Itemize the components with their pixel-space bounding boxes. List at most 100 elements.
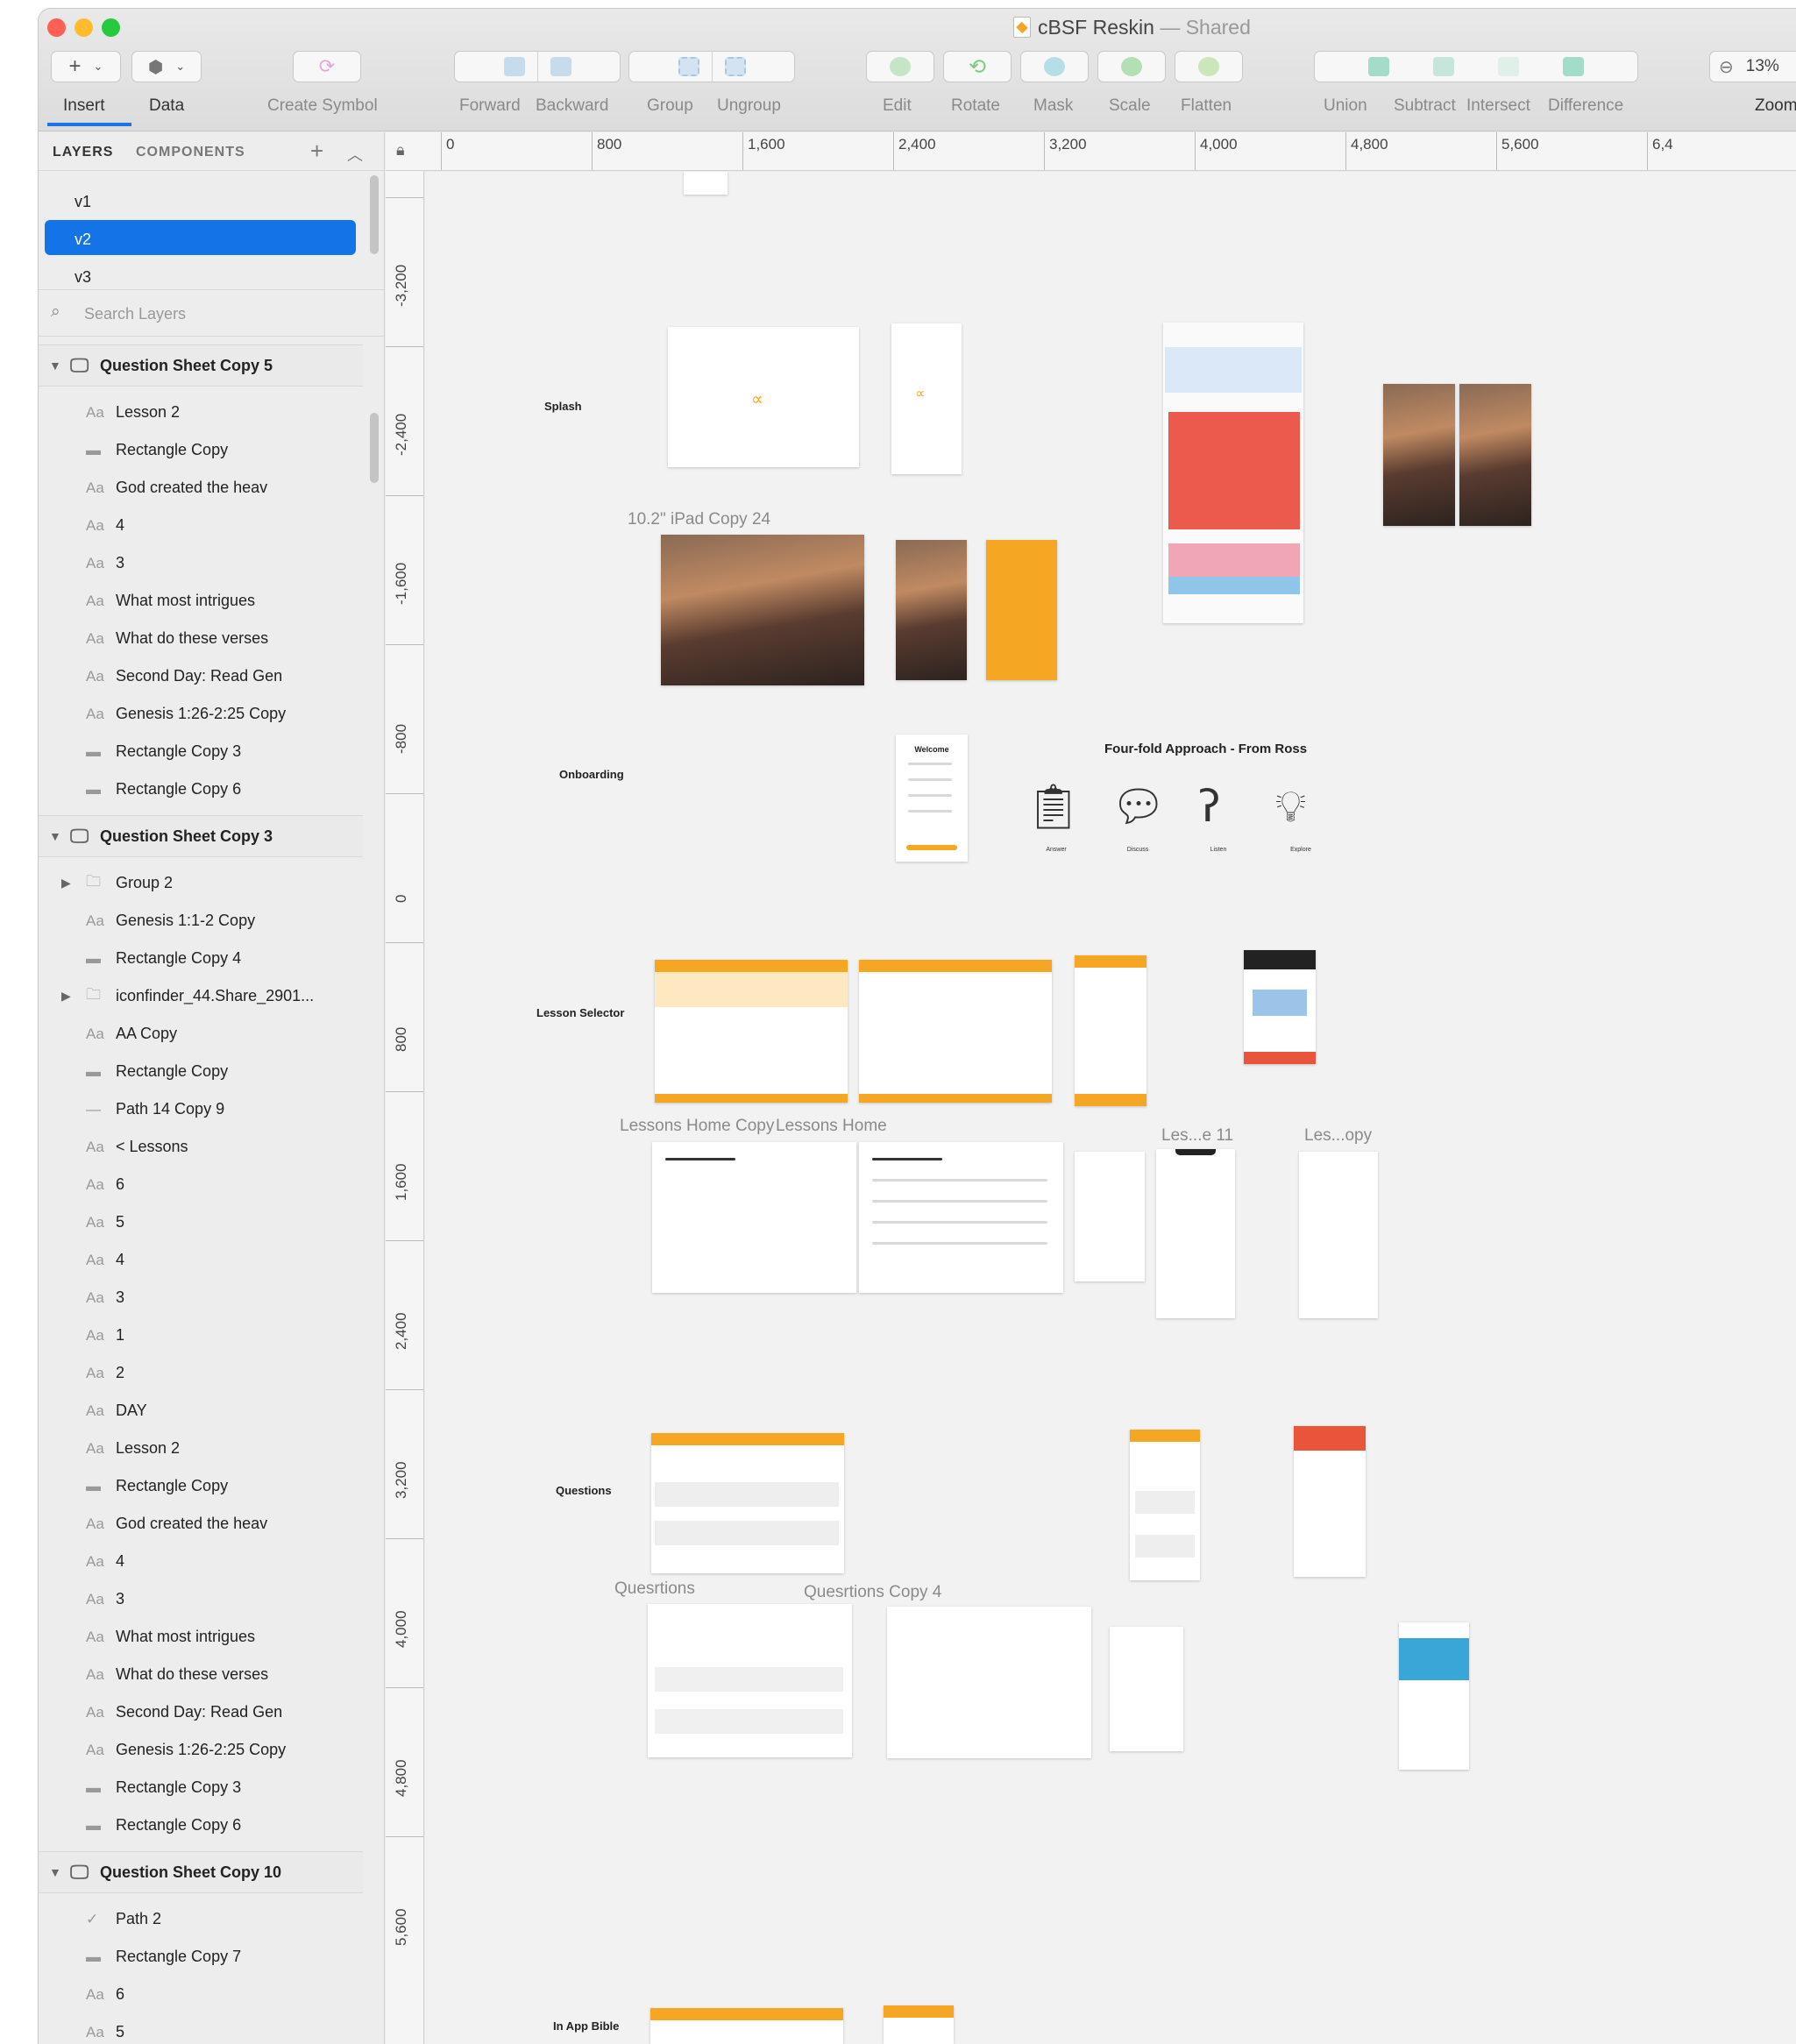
page-v3[interactable]: v3 — [45, 258, 356, 289]
ungroup-icon[interactable] — [724, 57, 746, 76]
layer-row[interactable]: ▶ 🗀︎ iconfinder_44.Share_2901... — [39, 977, 363, 1015]
artboard-questions-red[interactable] — [1294, 1426, 1366, 1577]
layer-row[interactable]: Aa 3 — [39, 1580, 363, 1618]
layer-row[interactable]: Aa God created the heav — [39, 1505, 363, 1543]
layer-row[interactable]: Aa 6 — [39, 1166, 363, 1203]
insert-button[interactable]: + ⌄ — [51, 51, 121, 82]
layer-row[interactable]: Aa 6 — [39, 1976, 363, 2013]
artboard-les-e-11[interactable] — [1156, 1149, 1235, 1318]
artboard-in-app-bible-2[interactable] — [884, 2005, 954, 2044]
layer-row[interactable]: ✓ Path 2 — [39, 1900, 363, 1938]
group-icon[interactable] — [678, 57, 699, 76]
layer-row[interactable]: Aa 3 — [39, 1279, 363, 1317]
layer-row[interactable]: Aa What most intrigues — [39, 582, 363, 620]
layer-row[interactable]: — Path 14 Copy 9 — [39, 1090, 363, 1128]
layer-row[interactable]: ▬ Rectangle Copy 3 — [39, 733, 363, 770]
artboard-app-store[interactable] — [1163, 323, 1303, 623]
layer-row[interactable]: Aa DAY — [39, 1392, 363, 1430]
layer-row[interactable]: Aa God created the heav — [39, 469, 363, 507]
artboard-label[interactable]: Les...e 11 — [1161, 1126, 1233, 1146]
layer-row[interactable]: Aa Second Day: Read Gen — [39, 657, 363, 695]
layer-row[interactable]: ▬ Rectangle Copy 6 — [39, 770, 363, 808]
artboard-lessons-home[interactable] — [859, 1142, 1063, 1293]
layer-row[interactable]: Aa 1 — [39, 1317, 363, 1354]
layer-row[interactable]: ▬ Rectangle Copy — [39, 431, 363, 469]
union-icon[interactable] — [1368, 57, 1389, 76]
artboard-lessons-phone[interactable] — [1075, 1152, 1145, 1281]
layers-scrollbar[interactable] — [370, 413, 379, 483]
add-page-plus-icon[interactable]: + — [310, 138, 323, 165]
layer-row[interactable]: Aa 4 — [39, 507, 363, 544]
edit-button[interactable] — [866, 51, 934, 82]
artboard-splash-orange[interactable] — [986, 540, 1057, 680]
layer-row[interactable]: Aa 5 — [39, 1203, 363, 1241]
page-v2[interactable]: v2 — [45, 220, 356, 255]
disclosure-closed-icon[interactable]: ▶ — [61, 876, 71, 891]
artboard-lessons-home-copy[interactable] — [652, 1142, 856, 1293]
layer-row[interactable]: Aa What most intrigues — [39, 1618, 363, 1656]
layer-row[interactable]: Aa Lesson 2 — [39, 394, 363, 431]
canvas[interactable]: Splash Onboarding Lesson Selector Questi… — [425, 172, 1796, 2044]
artboard-questions-ipad[interactable] — [651, 1433, 844, 1573]
layer-group-row[interactable]: ▼ 🖵︎ Question Sheet Copy 3 — [39, 815, 363, 857]
intersect-icon[interactable] — [1498, 57, 1519, 76]
artboard-label[interactable]: Les...opy — [1304, 1126, 1372, 1146]
artboard-marketing-1[interactable] — [1383, 384, 1455, 526]
layer-row[interactable]: Aa Second Day: Read Gen — [39, 1693, 363, 1731]
artboard-label[interactable]: Lessons Home Copy — [620, 1117, 774, 1136]
layer-row[interactable]: Aa Genesis 1:26-2:25 Copy — [39, 695, 363, 733]
layer-row[interactable]: Aa AA Copy — [39, 1015, 363, 1053]
artboard-label[interactable]: 10.2" iPad Copy 24 — [628, 510, 770, 529]
layer-row[interactable]: Aa 3 — [39, 544, 363, 582]
layer-row[interactable]: ▬ Rectangle Copy 4 — [39, 940, 363, 977]
artboard-quesrtions[interactable] — [648, 1604, 852, 1757]
disclosure-open-icon[interactable]: ▼ — [49, 829, 61, 843]
disclosure-open-icon[interactable]: ▼ — [49, 1865, 61, 1879]
layer-row[interactable]: Aa Lesson 2 — [39, 1430, 363, 1467]
mask-button[interactable] — [1020, 51, 1089, 82]
difference-icon[interactable] — [1563, 57, 1584, 76]
layer-row[interactable]: Aa 2 — [39, 1354, 363, 1392]
layer-row[interactable]: Aa 4 — [39, 1241, 363, 1279]
layer-row[interactable]: Aa < Lessons — [39, 1128, 363, 1166]
flatten-button[interactable] — [1175, 51, 1243, 82]
forward-icon[interactable] — [503, 57, 525, 76]
tab-layers[interactable]: LAYERS — [53, 145, 113, 160]
artboard-label[interactable]: Quesrtions Copy 4 — [804, 1583, 941, 1602]
artboard-lesson-selector-2[interactable] — [859, 960, 1052, 1103]
close-window-button[interactable] — [47, 18, 66, 37]
artboard-questions-phone-3[interactable] — [1399, 1622, 1469, 1770]
artboard-questions-phone[interactable] — [1130, 1430, 1200, 1580]
artboard-in-app-bible-1[interactable] — [650, 2008, 843, 2044]
lock-icon[interactable]: 🔒︎ — [396, 141, 405, 160]
artboard-lesson-selector-3[interactable] — [1075, 955, 1146, 1106]
artboard-questions-phone-2[interactable] — [1110, 1627, 1183, 1751]
subtract-icon[interactable] — [1433, 57, 1454, 76]
artboard-notes[interactable] — [684, 172, 728, 195]
pages-scrollbar[interactable] — [370, 175, 379, 254]
layer-group-row[interactable]: ▼ 🖵︎ Question Sheet Copy 10 — [39, 1851, 363, 1893]
zoom-out-icon[interactable]: ⊖ — [1719, 56, 1734, 78]
disclosure-closed-icon[interactable]: ▶ — [61, 989, 71, 1004]
artboard-marketing-2[interactable] — [1459, 384, 1531, 526]
search-layers-field[interactable]: ⌕ Search Layers — [39, 291, 385, 337]
artboard-splash-phone[interactable]: ∝ — [891, 323, 962, 474]
disclosure-open-icon[interactable]: ▼ — [49, 358, 61, 373]
artboard-ipad-copy-24[interactable] — [661, 535, 864, 685]
layer-row[interactable]: Aa Genesis 1:26-2:25 Copy — [39, 1731, 363, 1769]
layer-row[interactable]: ▬ Rectangle Copy 7 — [39, 1938, 363, 1976]
page-v1[interactable]: v1 — [45, 182, 356, 217]
scale-button[interactable] — [1097, 51, 1166, 82]
layer-group-row[interactable]: ▼ 🖵︎ Question Sheet Copy 5 — [39, 344, 363, 387]
artboard-welcome[interactable]: Welcome — [896, 735, 968, 862]
layer-row[interactable]: ▬ Rectangle Copy 6 — [39, 1806, 363, 1844]
data-button[interactable]: ⬢ ⌄ — [131, 51, 202, 82]
layer-row[interactable]: ▬ Rectangle Copy 3 — [39, 1769, 363, 1806]
artboard-quesrtions-copy-4[interactable] — [887, 1607, 1091, 1758]
layer-row[interactable]: Aa Genesis 1:1-2 Copy — [39, 902, 363, 940]
artboard-lesson-selector-1[interactable] — [655, 960, 848, 1103]
collapse-icon[interactable]: ︿ — [347, 143, 363, 166]
layer-row[interactable]: Aa 4 — [39, 1543, 363, 1580]
layer-row[interactable]: Aa 5 — [39, 2013, 363, 2044]
minimize-window-button[interactable] — [75, 18, 93, 37]
